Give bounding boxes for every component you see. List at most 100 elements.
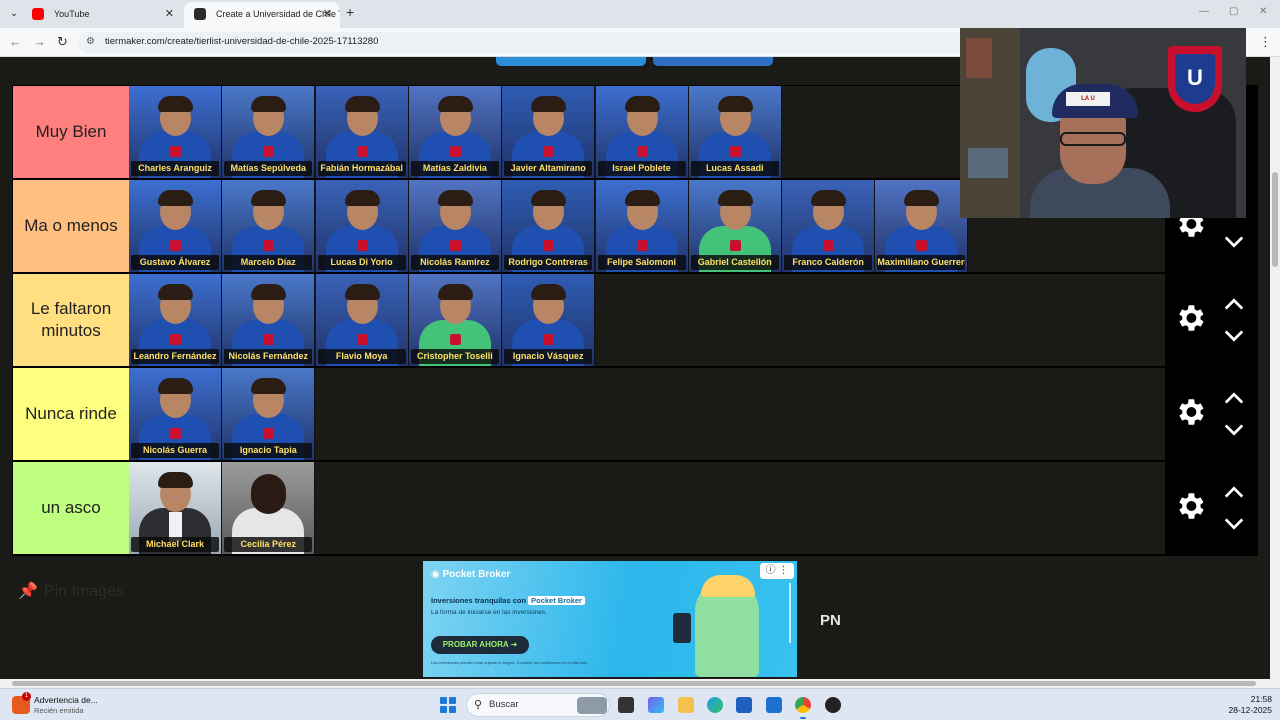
outlook-icon[interactable] <box>766 697 782 713</box>
system-clock[interactable]: 21:58 28-12-2025 <box>1216 694 1272 716</box>
clock-date: 28-12-2025 <box>1228 705 1272 715</box>
tier-item-card[interactable]: Fabián Hormazábal <box>315 86 409 178</box>
tier-settings-gear-icon[interactable] <box>1173 489 1207 523</box>
search-highlight-image <box>577 697 607 714</box>
tier-item-card[interactable]: Matías Sepúlveda <box>222 86 316 178</box>
move-tier-up-icon[interactable] <box>1223 483 1245 501</box>
tier-item-card[interactable]: Nicolás Ramírez <box>408 180 502 272</box>
chrome-icon[interactable] <box>795 697 811 719</box>
move-tier-down-icon[interactable] <box>1223 515 1245 533</box>
tier-item-card[interactable]: Ignacio Tapia <box>222 368 316 460</box>
close-tab-icon[interactable]: ✕ <box>323 2 332 26</box>
tier-item-card[interactable]: Marcelo Díaz <box>222 180 316 272</box>
task-view-icon[interactable] <box>618 697 634 713</box>
advertisement-banner[interactable]: ◉ Pocket Broker Inversiones tranquilas c… <box>423 561 797 677</box>
store-icon[interactable] <box>736 697 752 713</box>
move-tier-down-icon[interactable] <box>1223 421 1245 439</box>
tier-drop-zone[interactable]: Michael Clark Cecilia Pérez <box>129 462 1165 554</box>
tier-label[interactable]: Ma o menos <box>13 180 129 272</box>
tier-item-card[interactable]: Nicolás Guerra <box>129 368 222 460</box>
tier-row: Nunca rinde Nicolás Guerra Ignacio Tapia <box>12 367 1258 461</box>
ad-subline: La forma de iniciarse en las inversiones… <box>431 609 547 616</box>
tier-item-card[interactable]: Maximiliano Guerrero <box>875 180 969 272</box>
browser-menu-icon[interactable]: ⋮ <box>1259 34 1272 50</box>
tier-row: Le faltaron minutos Leandro Fernández Nico… <box>12 273 1258 367</box>
tier-item-card[interactable]: Javier Altamirano <box>502 86 596 178</box>
tier-item-card[interactable]: Cecilia Pérez <box>222 462 316 554</box>
portrait-hair <box>811 190 847 206</box>
tier-item-card[interactable]: Nicolás Fernández <box>222 274 316 366</box>
portrait-hair <box>904 190 940 206</box>
portrait-hair <box>251 190 287 206</box>
tier-item-card[interactable]: Flavio Moya <box>315 274 409 366</box>
back-icon[interactable]: ← <box>9 34 22 49</box>
file-explorer-icon[interactable] <box>678 697 694 713</box>
tier-item-card[interactable]: Matías Zaldivia <box>408 86 502 178</box>
club-crest-icon <box>170 240 181 251</box>
tier-drop-zone[interactable]: Leandro Fernández Nicolás Fernández Flavio… <box>129 274 1165 366</box>
tab-search-icon[interactable]: ⌄ <box>6 6 22 22</box>
edge-icon[interactable] <box>707 697 723 713</box>
windows-start-icon[interactable] <box>440 697 456 713</box>
vertical-scrollbar[interactable] <box>1270 57 1280 679</box>
move-tier-down-icon[interactable] <box>1223 327 1245 345</box>
tier-item-card[interactable]: Charles Aranguiz <box>129 86 222 178</box>
tier-label[interactable]: un asco <box>13 462 129 554</box>
tier-item-card[interactable]: Michael Clark <box>129 462 222 554</box>
tier-item-card[interactable]: Cristopher Toselli <box>408 274 502 366</box>
save-download-button[interactable] <box>496 57 646 66</box>
share-button[interactable] <box>653 57 773 66</box>
forward-icon[interactable]: → <box>33 34 46 49</box>
tab-youtube[interactable]: YouTube ✕ <box>22 2 182 26</box>
url-field[interactable]: ⚙ tiermaker.com/create/tierlist-universi… <box>78 32 968 53</box>
move-tier-down-icon[interactable] <box>1223 233 1245 251</box>
tier-item-name: Cristopher Toselli <box>410 349 499 364</box>
tier-item-card[interactable]: Lucas Di Yorio <box>315 180 409 272</box>
portrait-hair <box>344 190 380 206</box>
tier-settings-gear-icon[interactable] <box>1173 301 1207 335</box>
portrait-hair <box>251 96 287 112</box>
ad-cta-button[interactable]: PROBAR AHORA ➜ <box>431 636 529 654</box>
tier-item-card[interactable]: Lucas Assadi <box>688 86 782 178</box>
taskbar-search-input[interactable]: ⚲ Buscar <box>466 693 610 717</box>
portrait-hair <box>251 378 287 394</box>
minimize-button[interactable]: — <box>1199 6 1209 17</box>
pin-images-toggle[interactable]: 📌 Pin Images <box>18 581 124 601</box>
tier-item-name: Marcelo Díaz <box>224 255 313 270</box>
site-info-icon[interactable]: ⚙ <box>86 36 95 47</box>
copilot-icon[interactable] <box>648 697 664 713</box>
close-window-button[interactable]: ✕ <box>1259 6 1267 17</box>
tier-item-name: Gustavo Álvarez <box>131 255 219 270</box>
portrait-hair <box>717 96 753 112</box>
maximize-button[interactable]: ▢ <box>1229 6 1238 17</box>
portrait-hair <box>251 284 287 300</box>
tier-label[interactable]: Le faltaron minutos <box>13 274 129 366</box>
tab-tiermaker[interactable]: Create a Universidad de Chile T ✕ <box>184 2 340 28</box>
horizontal-scrollbar[interactable] <box>0 679 1280 688</box>
tier-drop-zone[interactable]: Nicolás Guerra Ignacio Tapia <box>129 368 1165 460</box>
tier-label[interactable]: Muy Bien <box>13 86 129 178</box>
club-crest-icon <box>543 240 555 251</box>
move-tier-up-icon[interactable] <box>1223 389 1245 407</box>
portrait-hair <box>437 284 473 300</box>
tier-item-card[interactable]: Ignacio Vásquez <box>502 274 596 366</box>
tier-item-card[interactable]: Felipe Salomoni <box>595 180 689 272</box>
ad-info-icon[interactable]: ⓘ ⋮ <box>760 563 794 579</box>
club-crest-icon <box>823 240 835 251</box>
app-icon[interactable] <box>825 697 841 713</box>
tier-item-card[interactable]: Franco Calderón <box>782 180 876 272</box>
close-tab-icon[interactable]: ✕ <box>165 2 174 26</box>
tier-label[interactable]: Nunca rinde <box>13 368 129 460</box>
tier-item-card[interactable]: Gabriel Castellón <box>688 180 782 272</box>
portrait-hair <box>624 190 660 206</box>
move-tier-up-icon[interactable] <box>1223 295 1245 313</box>
tier-settings-gear-icon[interactable] <box>1173 395 1207 429</box>
notification-widget[interactable]: 1 Advertencia de... Recién emitida <box>12 692 122 718</box>
tier-item-card[interactable]: Leandro Fernández <box>129 274 222 366</box>
tier-item-card[interactable]: Gustavo Álvarez <box>129 180 222 272</box>
new-tab-button[interactable]: + <box>346 4 354 20</box>
tier-item-card[interactable]: Rodrigo Contreras <box>502 180 596 272</box>
reload-icon[interactable]: ↻ <box>57 34 68 50</box>
tier-item-card[interactable]: Israel Poblete <box>595 86 689 178</box>
webcam-overlay: U LA U <box>960 28 1246 218</box>
